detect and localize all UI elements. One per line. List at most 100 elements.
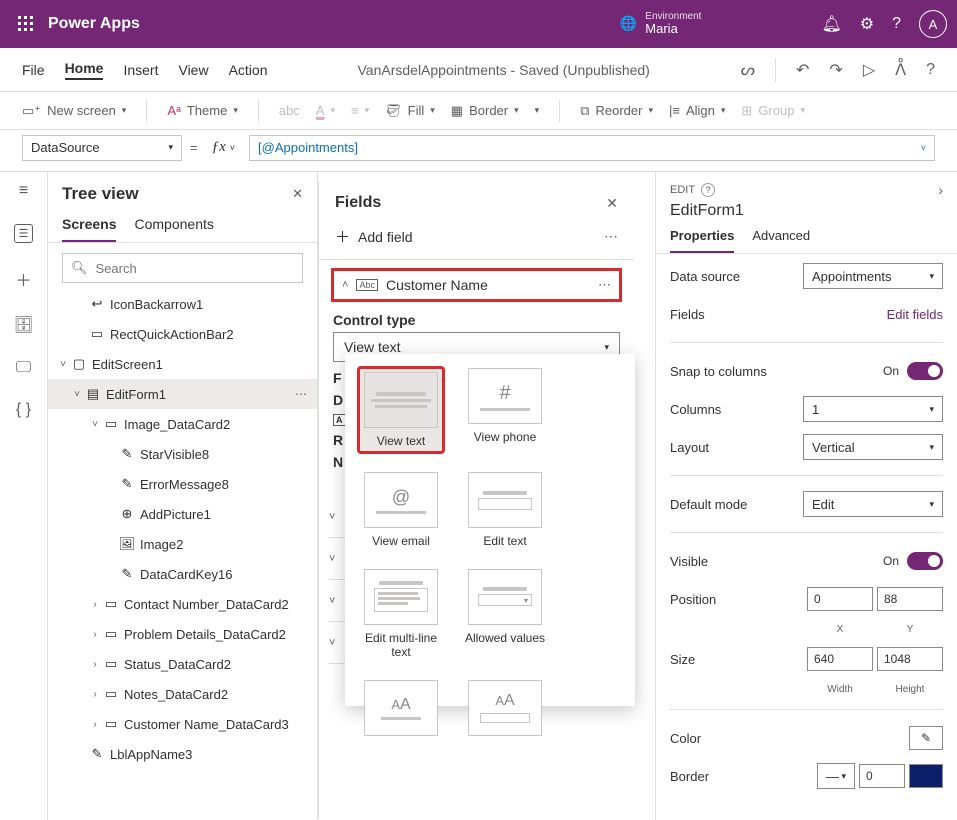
chevron-down-icon[interactable]: ˅ [88, 419, 102, 430]
tree-item[interactable]: ›▭Contact Number_DataCard2 [48, 589, 317, 619]
datasource-combo[interactable]: Appointments▾ [803, 263, 943, 289]
border-width-input[interactable]: 0 [859, 764, 905, 788]
layout-combo[interactable]: Vertical▾ [803, 434, 943, 460]
hamburger-icon[interactable]: ≡ [19, 182, 28, 200]
chevron-right-icon[interactable]: › [88, 689, 102, 700]
control-edit-multiline[interactable]: Edit multi-line text [359, 569, 443, 660]
control-aa1[interactable]: AA [359, 680, 443, 736]
chevron-right-icon[interactable]: › [88, 659, 102, 670]
data-icon[interactable]: 🗄︎ [13, 315, 33, 335]
gear-icon[interactable]: ⚙ [860, 14, 874, 34]
reorder-button[interactable]: ⧉Reorder ▾ [580, 103, 653, 119]
tree-item[interactable]: ›▭Problem Details_DataCard2 [48, 619, 317, 649]
tab-properties[interactable]: Properties [670, 228, 734, 253]
tree-item[interactable]: ›▭Notes_DataCard2 [48, 679, 317, 709]
help-icon[interactable]: ? [892, 15, 901, 33]
search-input[interactable] [96, 261, 294, 276]
strikethrough-icon[interactable]: abc [279, 103, 300, 118]
color-picker[interactable]: ✎ [909, 726, 943, 750]
chevron-right-icon[interactable]: › [88, 719, 102, 730]
tree-item[interactable]: ˅▢EditScreen1 [48, 349, 317, 379]
redo-icon[interactable]: ↷ [829, 60, 842, 80]
edit-fields-link[interactable]: Edit fields [887, 307, 943, 322]
tree-item[interactable]: ↩IconBackarrow1 [48, 289, 317, 319]
bell-icon[interactable]: 🔔︎ [821, 14, 841, 34]
tab-advanced[interactable]: Advanced [752, 228, 810, 253]
font-color-icon[interactable]: A▾ [316, 103, 335, 118]
waffle-icon[interactable] [10, 16, 42, 32]
border-color-picker[interactable] [909, 764, 943, 788]
tree-item[interactable]: ⊕AddPicture1 [48, 499, 317, 529]
close-icon[interactable]: ✕ [606, 195, 618, 212]
border-style-combo[interactable]: —▾ [817, 763, 855, 789]
play-icon[interactable]: ▷ [863, 60, 875, 80]
control-view-email[interactable]: @ View email [359, 472, 443, 548]
pos-y-input[interactable]: 88 [877, 587, 943, 611]
undo-icon[interactable]: ↶ [796, 60, 809, 80]
chevron-up-icon[interactable]: ˄ [342, 279, 348, 291]
tree-item[interactable]: ›▭Customer Name_DataCard3 [48, 709, 317, 739]
chevron-right-icon[interactable]: › [88, 629, 102, 640]
field-customer-name[interactable]: ˄ Abc Customer Name ⋯ [331, 268, 622, 302]
menu-file[interactable]: File [22, 62, 45, 78]
tab-screens[interactable]: Screens [62, 212, 116, 242]
group-button[interactable]: ⊞Group ▾ [741, 103, 805, 119]
pos-x-input[interactable]: 0 [807, 587, 873, 611]
search-box[interactable]: 🔍︎ [62, 253, 303, 283]
chevron-down-icon[interactable]: ˅ [56, 359, 70, 370]
border-button[interactable]: ▦Border ▾ [451, 103, 519, 119]
fx-label[interactable]: ƒx ˅ [206, 139, 241, 156]
formula-input[interactable]: [@Appointments] ˅ [249, 135, 935, 161]
tree-item-selected[interactable]: ˅▤EditForm1⋯ [48, 379, 317, 409]
menu-insert[interactable]: Insert [123, 62, 158, 78]
height-input[interactable]: 1048 [877, 647, 943, 671]
control-aa2[interactable]: AA [463, 680, 547, 736]
defmode-combo[interactable]: Edit▾ [803, 491, 943, 517]
add-field-row[interactable]: ＋ Add field ⋯ [319, 220, 634, 260]
tree-item[interactable]: ✎LblAppName3 [48, 739, 317, 769]
fill-button[interactable]: 🪣︎Fill ▾ [385, 103, 435, 119]
info-icon[interactable]: ? [701, 183, 715, 197]
control-allowed-values[interactable]: ▾ Allowed values [463, 569, 547, 660]
menu-action[interactable]: Action [229, 62, 268, 78]
tools-icon[interactable]: { } [16, 401, 31, 419]
more-icon[interactable]: ⋯ [295, 387, 307, 401]
tree-item[interactable]: ▭RectQuickActionBar2 [48, 319, 317, 349]
chevron-right-icon[interactable]: › [88, 599, 102, 610]
menu-view[interactable]: View [178, 62, 208, 78]
environment-picker[interactable]: 🌐 Environment Maria [620, 11, 702, 36]
width-input[interactable]: 640 [807, 647, 873, 671]
tree-item[interactable]: ˅▭Image_DataCard2 [48, 409, 317, 439]
columns-label: Columns [670, 402, 803, 417]
avatar[interactable]: A [919, 10, 947, 38]
tab-components[interactable]: Components [134, 212, 213, 242]
close-icon[interactable]: ✕ [292, 186, 303, 202]
snap-toggle[interactable] [907, 362, 943, 380]
chevron-right-icon[interactable]: › [938, 182, 943, 198]
tree-item[interactable]: ✎StarVisible8 [48, 439, 317, 469]
tree-item[interactable]: ✎ErrorMessage8 [48, 469, 317, 499]
property-select[interactable]: DataSource▾ [22, 135, 182, 161]
theme-button[interactable]: AᵃTheme ▾ [167, 103, 238, 118]
new-screen-button[interactable]: ▭⁺New screen ▾ [22, 103, 126, 119]
media-icon[interactable]: 🖵 [16, 359, 31, 377]
control-view-text[interactable]: View text [359, 368, 443, 452]
add-icon[interactable]: ＋ [15, 267, 31, 291]
chevron-down-icon[interactable]: ˅ [70, 389, 84, 400]
help2-icon[interactable]: ? [926, 61, 935, 79]
control-view-phone[interactable]: # View phone [463, 368, 547, 452]
tree-item[interactable]: ✎DataCardKey16 [48, 559, 317, 589]
tree-item[interactable]: 🖼︎Image2 [48, 529, 317, 559]
more-icon[interactable]: ⋯ [598, 277, 611, 293]
align-button[interactable]: |≡Align ▾ [669, 103, 725, 118]
tree-item[interactable]: ›▭Status_DataCard2 [48, 649, 317, 679]
visible-toggle[interactable] [907, 552, 943, 570]
menu-home[interactable]: Home [65, 60, 104, 80]
more-icon[interactable]: ⋯ [604, 228, 618, 245]
columns-combo[interactable]: 1▾ [803, 396, 943, 422]
text-align-icon[interactable]: ≡▾ [351, 103, 369, 118]
app-checker-icon[interactable]: ᔕ [741, 60, 755, 80]
control-edit-text[interactable]: Edit text [463, 472, 547, 548]
share-icon[interactable]: ᐰ [895, 60, 906, 80]
tree-view-icon[interactable]: ☰ [14, 224, 34, 243]
